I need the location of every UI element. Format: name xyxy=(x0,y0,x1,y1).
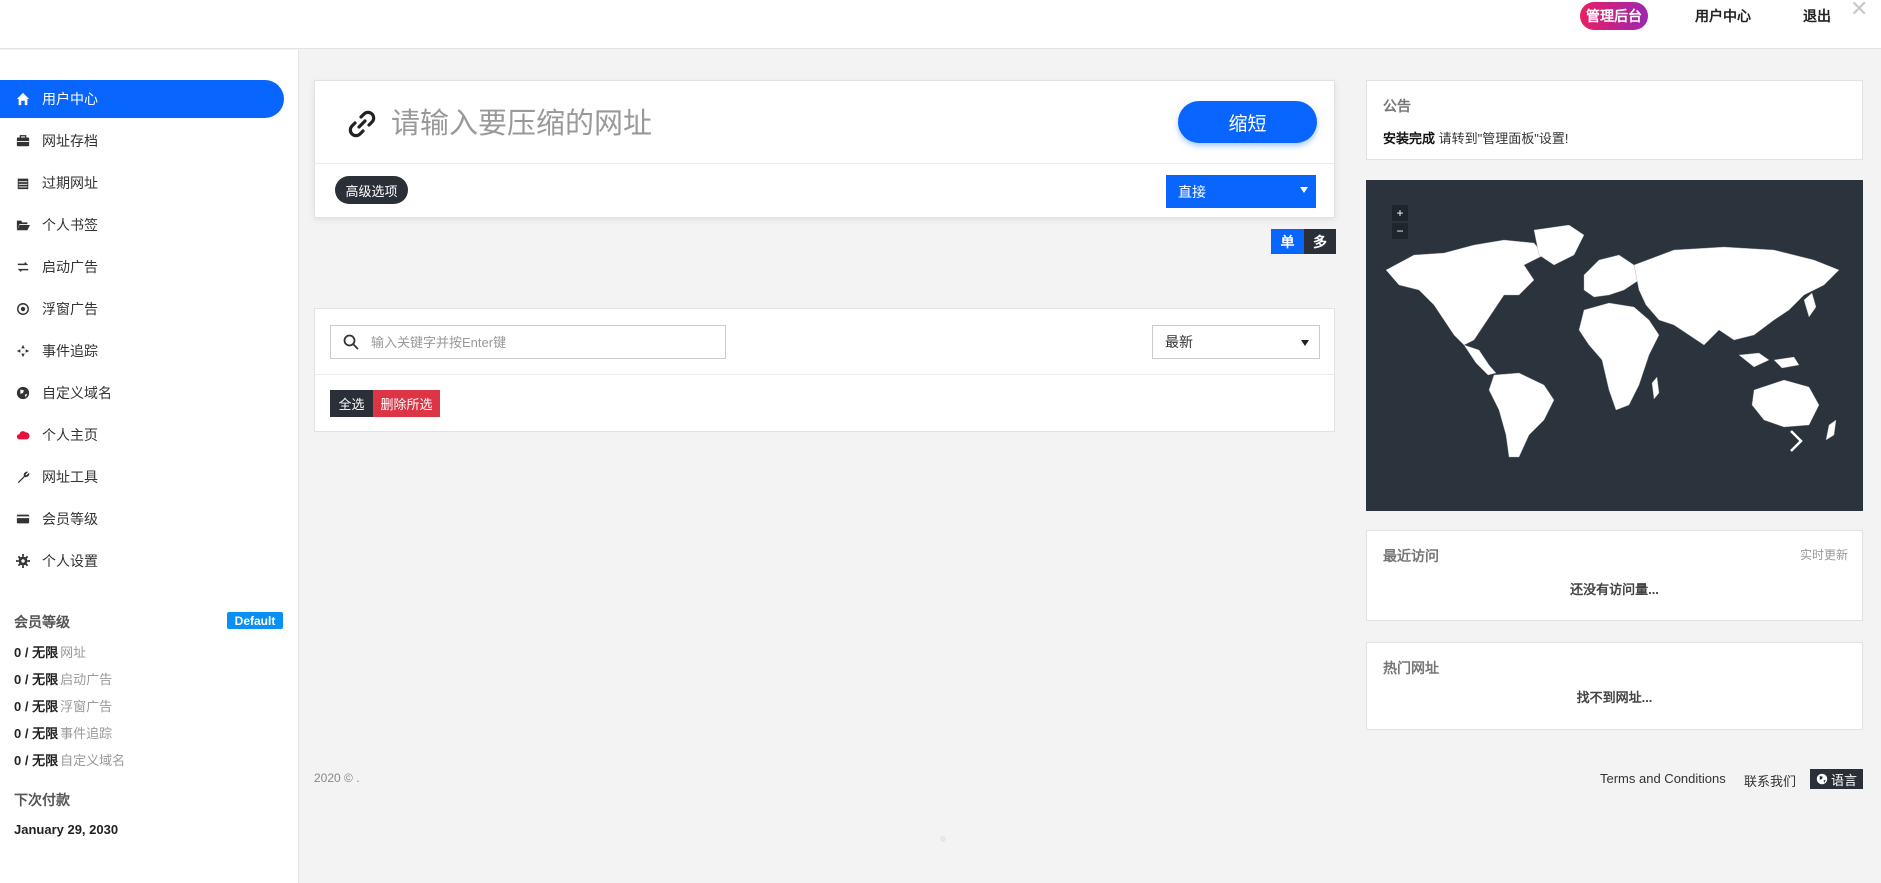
sidebar: 用户中心 网址存档 过期网址 个人书签 启动广告 浮窗广告 事件追踪 自定义域名… xyxy=(0,50,299,883)
search-input[interactable] xyxy=(371,334,711,350)
scroll-indicator xyxy=(940,836,946,842)
language-label: 语言 xyxy=(1830,772,1857,788)
exchange-icon xyxy=(14,258,32,276)
delete-selected-button[interactable]: 删除所选 xyxy=(373,390,440,417)
recent-visits-empty: 还没有访问量... xyxy=(1570,582,1659,597)
advanced-options-button[interactable]: 高级选项 xyxy=(335,176,408,204)
top-bar: 管理后台 用户中心 退出 ✕ xyxy=(0,0,1881,49)
sidebar-item-label: 网址工具 xyxy=(42,469,98,485)
user-center-link[interactable]: 用户中心 xyxy=(1695,6,1751,26)
calendar-icon xyxy=(14,174,32,192)
popular-urls-card: 热门网址 找不到网址... xyxy=(1366,642,1863,730)
limit-row: 0 / 无限 浮窗广告 xyxy=(14,699,113,714)
sidebar-item-label: 会员等级 xyxy=(42,511,98,527)
shorten-button[interactable]: 缩短 xyxy=(1178,101,1317,143)
caret-down-icon xyxy=(1300,187,1308,193)
sidebar-item-membership[interactable]: 会员等级 xyxy=(0,500,284,538)
limit-row: 0 / 无限 自定义域名 xyxy=(14,753,126,768)
sidebar-item-splash-ads[interactable]: 启动广告 xyxy=(0,248,284,286)
dot-circle-icon xyxy=(14,300,32,318)
divider xyxy=(315,163,1334,164)
sidebar-item-expired-urls[interactable]: 过期网址 xyxy=(0,164,284,202)
sidebar-item-profile-page[interactable]: 个人主页 xyxy=(0,416,284,454)
caret-down-icon xyxy=(1301,340,1309,346)
divider xyxy=(315,374,1334,375)
notice-text: 安装完成 请转到"管理面板"设置! xyxy=(1383,131,1569,146)
sidebar-item-label: 个人书签 xyxy=(42,217,98,233)
limit-row: 0 / 无限 网址 xyxy=(14,645,87,660)
crosshair-icon xyxy=(14,342,32,360)
world-map[interactable]: + − xyxy=(1366,180,1863,511)
url-input[interactable] xyxy=(391,99,1191,149)
realtime-label: 实时更新 xyxy=(1799,548,1848,562)
chevron-right-icon[interactable] xyxy=(1786,428,1806,454)
sidebar-item-settings[interactable]: 个人设置 xyxy=(0,542,284,580)
sidebar-item-url-archive[interactable]: 网址存档 xyxy=(0,122,284,160)
limit-row: 0 / 无限 启动广告 xyxy=(14,672,113,687)
sidebar-item-custom-domain[interactable]: 自定义域名 xyxy=(0,374,284,412)
sidebar-item-label: 网址存档 xyxy=(42,133,98,149)
notice-card: 公告 安装完成 请转到"管理面板"设置! xyxy=(1366,80,1863,160)
sidebar-item-user-center[interactable]: 用户中心 xyxy=(0,80,284,118)
notice-title: 公告 xyxy=(1383,98,1411,114)
redirect-type-select[interactable]: 直接 xyxy=(1166,175,1316,208)
plan-badge: Default xyxy=(227,612,283,629)
search-icon xyxy=(343,334,359,350)
sidebar-item-bookmarks[interactable]: 个人书签 xyxy=(0,206,284,244)
shorten-card: 缩短 高级选项 直接 xyxy=(314,80,1335,218)
sidebar-item-label: 启动广告 xyxy=(42,259,98,275)
briefcase-icon xyxy=(14,132,32,150)
sidebar-item-label: 自定义域名 xyxy=(42,385,112,401)
popular-urls-empty: 找不到网址... xyxy=(1576,690,1653,705)
wrench-icon xyxy=(14,468,32,486)
popular-urls-title: 热门网址 xyxy=(1383,660,1439,676)
home-icon xyxy=(14,90,32,108)
gear-icon xyxy=(14,552,32,570)
next-payment-heading: 下次付款 xyxy=(14,792,70,808)
sort-select[interactable]: 最新 xyxy=(1152,325,1320,359)
recent-visits-title: 最近访问 xyxy=(1383,548,1439,564)
recent-visits-card: 最近访问 实时更新 还没有访问量... xyxy=(1366,530,1863,621)
language-button[interactable]: 语言 xyxy=(1810,769,1863,789)
folder-open-icon xyxy=(14,216,32,234)
sidebar-item-label: 过期网址 xyxy=(42,175,98,191)
sidebar-item-overlay-ads[interactable]: 浮窗广告 xyxy=(0,290,284,328)
globe-icon xyxy=(14,384,32,402)
limit-row: 0 / 无限 事件追踪 xyxy=(14,726,113,741)
world-map-shapes xyxy=(1385,225,1840,458)
sidebar-item-label: 个人主页 xyxy=(42,427,98,443)
link-icon xyxy=(348,110,376,138)
single-mode-toggle[interactable]: 单 xyxy=(1271,229,1304,254)
redirect-type-value: 直接 xyxy=(1178,183,1206,200)
links-card: 最新 全选 删除所选 xyxy=(314,308,1335,432)
sidebar-item-label: 个人设置 xyxy=(42,553,98,569)
sidebar-item-label: 用户中心 xyxy=(42,91,98,107)
cloud-icon xyxy=(14,426,32,444)
sidebar-item-event-tracking[interactable]: 事件追踪 xyxy=(0,332,284,370)
terms-link[interactable]: Terms and Conditions xyxy=(1600,771,1726,786)
sidebar-item-label: 事件追踪 xyxy=(42,343,98,359)
admin-panel-button[interactable]: 管理后台 xyxy=(1580,2,1648,30)
sidebar-item-url-tools[interactable]: 网址工具 xyxy=(0,458,284,496)
logout-link[interactable]: 退出 xyxy=(1803,6,1831,26)
next-payment-date: January 29, 2030 xyxy=(14,822,119,837)
search-box[interactable] xyxy=(330,325,726,359)
sort-value: 最新 xyxy=(1165,334,1193,350)
copyright: 2020 © . xyxy=(314,771,360,785)
zoom-in-button[interactable]: + xyxy=(1392,205,1408,221)
sidebar-item-label: 浮窗广告 xyxy=(42,301,98,317)
credit-card-icon xyxy=(14,510,32,528)
multi-mode-toggle[interactable]: 多 xyxy=(1304,229,1336,254)
close-icon[interactable]: ✕ xyxy=(1850,0,1868,22)
membership-heading: 会员等级 xyxy=(14,614,70,630)
select-all-button[interactable]: 全选 xyxy=(330,390,373,417)
contact-link[interactable]: 联系我们 xyxy=(1744,771,1796,790)
globe-icon xyxy=(1816,773,1828,785)
